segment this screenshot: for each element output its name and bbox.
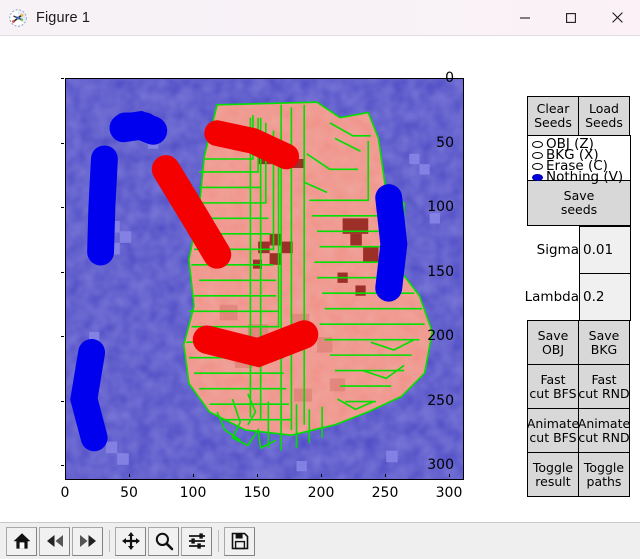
animate-cut-bfs-label-line1: Animate: [527, 415, 579, 431]
save-seeds-label-line2: seeds: [560, 202, 598, 217]
toggle-paths-button[interactable]: Toggle paths: [578, 452, 630, 497]
back-button[interactable]: [39, 526, 70, 556]
sigma-row: Sigma 0.01: [527, 226, 631, 274]
clear-seeds-label-line2: Seeds: [534, 115, 572, 130]
sigma-label: Sigma: [527, 226, 579, 274]
close-button[interactable]: [594, 0, 640, 35]
lambda-label: Lambda: [525, 273, 579, 321]
sliders-icon: [188, 533, 205, 549]
fast-cut-bfs-label-line1: Fast: [540, 371, 566, 387]
save-bkg-label-line2: BKG: [590, 341, 618, 357]
save-bkg-button[interactable]: Save BKG: [578, 320, 630, 365]
window-controls: [502, 0, 640, 35]
save-masks-row: Save OBJ Save BKG: [527, 320, 631, 365]
animate-cut-bfs-label-line2: cut BFS: [529, 429, 577, 445]
home-button[interactable]: [6, 526, 37, 556]
lambda-input[interactable]: 0.2: [579, 273, 631, 321]
save-obj-label-line2: OBJ: [541, 341, 565, 357]
clear-seeds-button[interactable]: Clear Seeds: [527, 96, 579, 136]
xtick-label: 50: [120, 485, 138, 501]
fast-cut-rnd-button[interactable]: Fast cut RND: [578, 364, 630, 409]
fast-cut-bfs-button[interactable]: Fast cut BFS: [527, 364, 579, 409]
fast-cut-bfs-label-line2: cut BFS: [529, 385, 577, 401]
forward-button[interactable]: [72, 526, 103, 556]
subplots-button[interactable]: [181, 526, 212, 556]
fast-cut-rnd-label-line1: Fast: [591, 371, 617, 387]
xtick-label: 200: [307, 485, 335, 501]
segmentation-image: [66, 79, 463, 479]
save-button[interactable]: [224, 526, 255, 556]
save-bkg-label-line1: Save: [588, 327, 620, 343]
radio-dot-nothing[interactable]: [532, 174, 543, 181]
seed-mode-radio-group[interactable]: OBJ (Z) BKG (X) Erase (C) Nothing (V): [527, 135, 631, 185]
save-obj-button[interactable]: Save OBJ: [527, 320, 579, 365]
maximize-button[interactable]: [548, 0, 594, 35]
navigation-toolbar: [0, 522, 640, 559]
minimize-button[interactable]: [502, 0, 548, 35]
window-titlebar: Figure 1: [0, 0, 640, 36]
matplotlib-icon: [9, 8, 27, 27]
toggle-row: Toggle result Toggle paths: [527, 452, 631, 497]
animate-cut-row: Animate cut BFS Animate cut RND: [527, 408, 631, 453]
toggle-paths-label-line1: Toggle: [583, 459, 625, 475]
xtick-label: 150: [243, 485, 271, 501]
load-seeds-button[interactable]: Load Seeds: [578, 96, 630, 136]
magnifier-icon: [155, 532, 173, 551]
toggle-paths-label-line2: paths: [586, 473, 622, 489]
xtick-label: 0: [60, 485, 70, 501]
animate-cut-rnd-label-line1: Animate: [578, 415, 630, 431]
window-title: Figure 1: [36, 9, 90, 26]
toolbar-separator: [218, 530, 219, 552]
xtick-label: 250: [371, 485, 399, 501]
toggle-result-label-line1: Toggle: [532, 459, 574, 475]
radio-dot-erase[interactable]: [532, 163, 543, 170]
figure-canvas: 0 50 100 150 200 250 300 0 50 100 150 20…: [0, 36, 640, 522]
toolbar-separator: [109, 530, 110, 552]
fast-cut-rnd-label-line2: cut RND: [578, 385, 630, 401]
move-cross-icon: [121, 532, 140, 550]
fast-cut-row: Fast cut BFS Fast cut RND: [527, 364, 631, 409]
sigma-input[interactable]: 0.01: [579, 226, 631, 274]
pan-button[interactable]: [115, 526, 146, 556]
xtick-label: 100: [179, 485, 207, 501]
radio-label-nothing: Nothing (V): [546, 168, 624, 185]
right-arrow-icon: [79, 535, 96, 547]
clear-seeds-label-line1: Clear: [536, 101, 570, 116]
radio-option-nothing[interactable]: Nothing (V): [532, 168, 630, 185]
animate-cut-rnd-button[interactable]: Animate cut RND: [578, 408, 630, 453]
control-panel: Clear Seeds Load Seeds OBJ (Z) BKG (X) E…: [525, 96, 631, 497]
save-seeds-button[interactable]: Save seeds: [527, 180, 631, 226]
home-icon: [13, 533, 30, 549]
radio-dot-obj[interactable]: [532, 141, 543, 148]
floppy-disk-icon: [231, 532, 248, 550]
toggle-result-button[interactable]: Toggle result: [527, 452, 579, 497]
xtick-label: 300: [435, 485, 463, 501]
radio-dot-bkg[interactable]: [532, 152, 543, 159]
animate-cut-bfs-button[interactable]: Animate cut BFS: [527, 408, 579, 453]
lambda-row: Lambda 0.2: [525, 273, 631, 321]
left-arrow-icon: [46, 535, 63, 547]
save-seeds-label-line1: Save: [563, 188, 595, 203]
save-obj-label-line1: Save: [537, 327, 569, 343]
zoom-button[interactable]: [148, 526, 179, 556]
load-seeds-label-line2: Seeds: [585, 115, 623, 130]
toggle-result-label-line2: result: [535, 473, 571, 489]
segmentation-axes[interactable]: [65, 78, 464, 480]
seeds-io-row: Clear Seeds Load Seeds: [527, 96, 631, 136]
load-seeds-label-line1: Load: [588, 101, 619, 116]
animate-cut-rnd-label-line2: cut RND: [578, 429, 630, 445]
